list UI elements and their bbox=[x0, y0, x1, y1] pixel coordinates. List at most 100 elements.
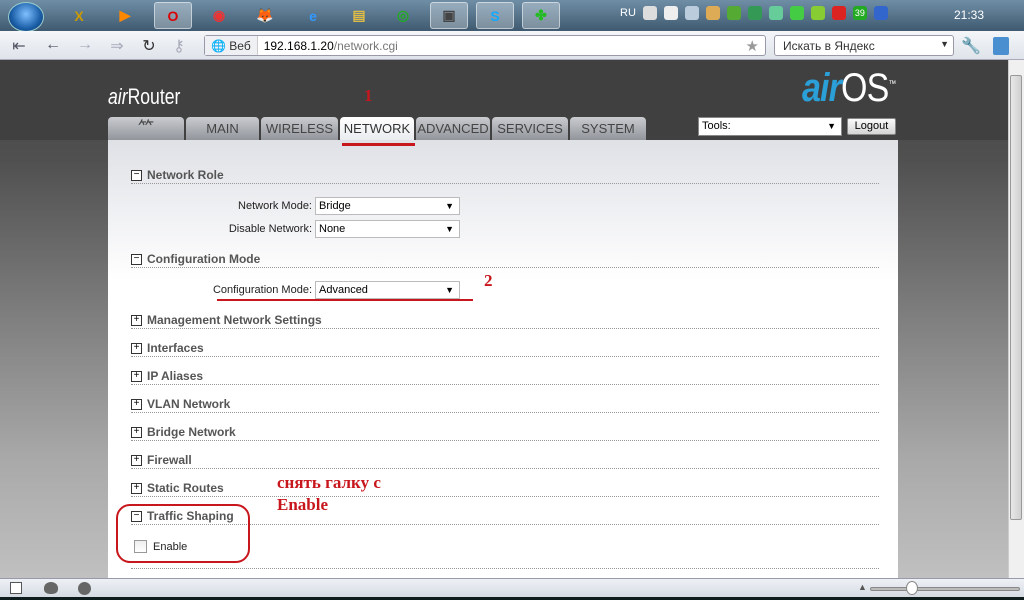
tab-home[interactable]: ⺮ bbox=[108, 117, 184, 141]
taskbar-app-icon[interactable]: ▣ bbox=[430, 2, 468, 29]
divider bbox=[131, 568, 879, 569]
annotation-underline-config bbox=[217, 299, 473, 301]
logout-button[interactable]: Logout bbox=[847, 118, 896, 135]
taskbar-explorer-icon[interactable]: ▤ bbox=[340, 2, 378, 29]
chevron-down-icon: ▼ bbox=[445, 201, 454, 211]
ubiquiti-logo-icon: ⺮ bbox=[137, 120, 154, 137]
browser-status-bar: ▲ bbox=[0, 578, 1024, 597]
speed-dial-icon[interactable] bbox=[78, 582, 91, 595]
home-back-icon[interactable]: ⇤ bbox=[8, 36, 30, 56]
section-static-routes[interactable]: + Static Routes bbox=[131, 480, 224, 496]
search-placeholder: Искать в Яндекс bbox=[783, 39, 875, 53]
taskbar-app-icon[interactable]: ▶ bbox=[106, 2, 144, 29]
tray-app-icon[interactable] bbox=[831, 6, 846, 20]
language-indicator[interactable]: RU bbox=[620, 7, 636, 19]
chevron-down-icon: ▼ bbox=[445, 224, 454, 234]
scrollbar-thumb[interactable] bbox=[1010, 75, 1022, 520]
browser-toolbar: ⇤ ← → ⇒ ↻ ⚷ 🌐 Веб 192.168.1.20/network.c… bbox=[0, 31, 1024, 60]
keyboard-icon[interactable] bbox=[642, 6, 657, 20]
section-configuration-mode[interactable]: − Configuration Mode bbox=[131, 251, 260, 267]
taskbar-chrome-icon[interactable]: ◉ bbox=[200, 2, 238, 29]
chevron-down-icon[interactable]: ▼ bbox=[940, 39, 949, 49]
expand-icon[interactable]: + bbox=[131, 426, 142, 438]
disable-network-label: Disable Network: bbox=[228, 223, 312, 235]
taskbar-opera-icon[interactable]: O bbox=[154, 2, 192, 29]
expand-icon[interactable]: + bbox=[131, 342, 142, 354]
divider bbox=[131, 384, 879, 385]
tools-select[interactable]: Tools: ▼ bbox=[698, 117, 842, 136]
tray-app-icon[interactable] bbox=[873, 6, 888, 20]
page-menu-icon[interactable] bbox=[993, 37, 1009, 55]
address-label: Веб bbox=[229, 38, 251, 53]
network-mode-select[interactable]: Bridge ▼ bbox=[315, 197, 460, 215]
select-value: Advanced bbox=[319, 284, 368, 296]
section-title: Static Routes bbox=[147, 481, 224, 495]
section-network-role[interactable]: − Network Role bbox=[131, 167, 224, 183]
tray-app-icon[interactable] bbox=[810, 6, 825, 20]
tab-wireless[interactable]: WIRELESS bbox=[261, 117, 338, 141]
tab-network[interactable]: NETWORK bbox=[340, 117, 414, 142]
key-icon[interactable]: ⚷ bbox=[168, 36, 190, 56]
section-management-network[interactable]: + Management Network Settings bbox=[131, 312, 322, 328]
tab-services[interactable]: SERVICES bbox=[492, 117, 568, 141]
tray-app-icon[interactable] bbox=[705, 6, 720, 20]
start-button[interactable] bbox=[8, 2, 44, 32]
device-icon[interactable] bbox=[663, 6, 678, 20]
taskbar-ie-icon[interactable]: e bbox=[294, 2, 332, 29]
tab-advanced[interactable]: ADVANCED bbox=[416, 117, 490, 141]
expand-icon[interactable]: + bbox=[131, 314, 142, 326]
network-signal-icon[interactable] bbox=[726, 6, 741, 20]
reload-icon[interactable]: ↻ bbox=[138, 36, 160, 56]
section-firewall[interactable]: + Firewall bbox=[131, 452, 192, 468]
taskbar-skype-icon[interactable]: S bbox=[476, 2, 514, 29]
forward-icon[interactable]: → bbox=[74, 36, 96, 54]
clock[interactable]: 21:33 bbox=[954, 8, 984, 22]
expand-icon[interactable]: + bbox=[131, 454, 142, 466]
divider bbox=[131, 496, 879, 497]
section-bridge-network[interactable]: + Bridge Network bbox=[131, 424, 236, 440]
configuration-mode-label: Configuration Mode: bbox=[212, 284, 312, 296]
tray-app-icon[interactable] bbox=[768, 6, 783, 20]
back-icon[interactable]: ← bbox=[42, 36, 64, 54]
bookmark-star-icon[interactable]: ★ bbox=[746, 37, 759, 55]
expand-icon[interactable]: + bbox=[131, 370, 142, 382]
taskbar-app-icon[interactable]: X bbox=[60, 2, 98, 29]
icq-tray-icon[interactable] bbox=[789, 6, 804, 20]
section-ip-aliases[interactable]: + IP Aliases bbox=[131, 368, 203, 384]
airrouter-logo: airRouter bbox=[108, 84, 181, 109]
expand-icon[interactable]: + bbox=[131, 482, 142, 494]
section-vlan-network[interactable]: + VLAN Network bbox=[131, 396, 230, 412]
section-interfaces[interactable]: + Interfaces bbox=[131, 340, 204, 356]
disable-network-select[interactable]: None ▼ bbox=[315, 220, 460, 238]
taskbar-icq-icon[interactable]: ✤ bbox=[522, 2, 560, 29]
fast-forward-icon[interactable]: ⇒ bbox=[106, 36, 128, 56]
search-input[interactable]: Искать в Яндекс ▼ bbox=[774, 35, 954, 56]
site-info-button[interactable]: 🌐 Веб bbox=[205, 36, 258, 55]
tray-badge[interactable]: 39 bbox=[852, 6, 867, 20]
annotation-step-1: 1 bbox=[364, 86, 373, 105]
taskbar-app-icon[interactable]: ◎ bbox=[384, 2, 422, 29]
zoom-reset-icon[interactable]: ▲ bbox=[858, 582, 867, 592]
wrench-icon[interactable]: 🔧 bbox=[960, 36, 982, 56]
divider bbox=[131, 440, 879, 441]
taskbar-firefox-icon[interactable]: 🦊 bbox=[246, 2, 284, 29]
configuration-mode-select[interactable]: Advanced ▼ bbox=[315, 281, 460, 299]
select-value: None bbox=[319, 223, 346, 235]
annotation-note-line: снять галку с bbox=[277, 473, 381, 492]
system-tray: RU 39 bbox=[620, 6, 888, 20]
collapse-icon[interactable]: − bbox=[131, 253, 142, 265]
cloud-icon[interactable] bbox=[44, 582, 58, 594]
tray-app-icon[interactable] bbox=[747, 6, 762, 20]
volume-icon[interactable] bbox=[684, 6, 699, 20]
section-title: Firewall bbox=[147, 453, 192, 467]
panel-toggle-icon[interactable] bbox=[10, 582, 22, 594]
expand-icon[interactable]: + bbox=[131, 398, 142, 410]
url-path: /network.cgi bbox=[333, 38, 398, 53]
zoom-slider[interactable] bbox=[870, 587, 1020, 591]
divider bbox=[131, 412, 879, 413]
tab-system[interactable]: SYSTEM bbox=[570, 117, 646, 141]
address-bar[interactable]: 🌐 Веб 192.168.1.20/network.cgi ★ bbox=[204, 35, 766, 56]
tab-main[interactable]: MAIN bbox=[186, 117, 259, 141]
collapse-icon[interactable]: − bbox=[131, 169, 142, 181]
zoom-slider-handle[interactable] bbox=[906, 581, 918, 595]
